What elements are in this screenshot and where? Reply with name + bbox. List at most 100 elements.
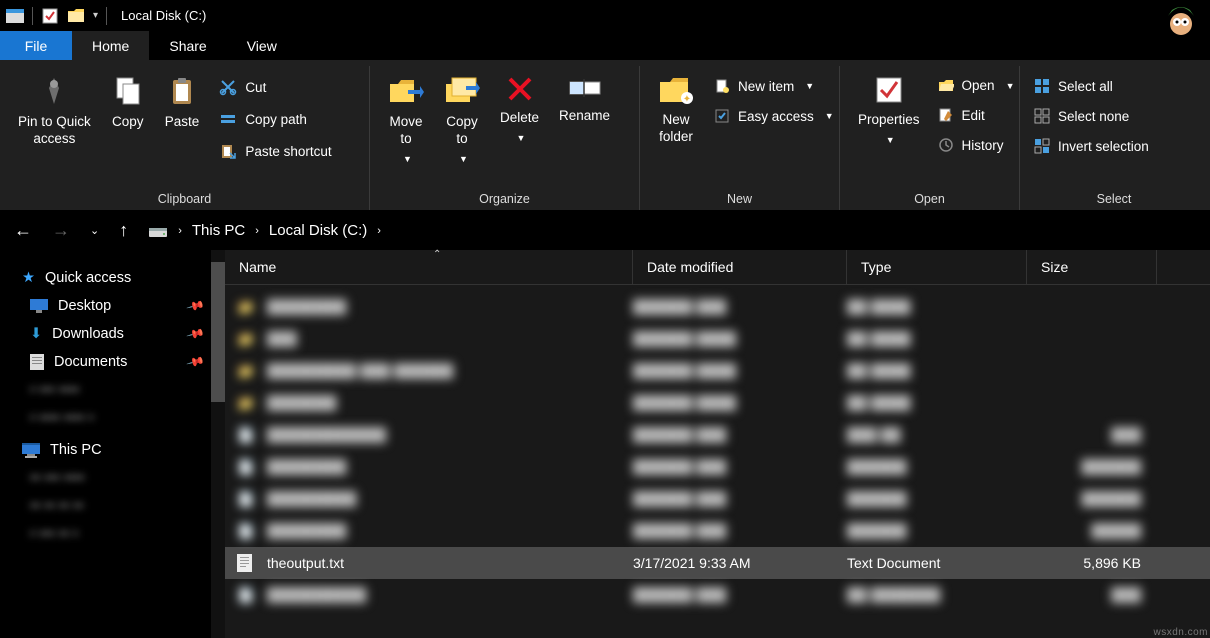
new-item-icon bbox=[714, 78, 730, 94]
sidebar-scroll-thumb[interactable] bbox=[211, 262, 225, 402]
file-size: 5,896 KB bbox=[1027, 555, 1157, 571]
file-row-blurred[interactable]: 📁██████████████ █████ ████ bbox=[225, 291, 1210, 323]
paste-shortcut-button[interactable]: Paste shortcut bbox=[213, 138, 337, 164]
chevron-down-icon: ▼ bbox=[1006, 81, 1015, 91]
invert-selection-button[interactable]: Invert selection bbox=[1028, 134, 1155, 158]
menu-share[interactable]: Share bbox=[149, 31, 226, 60]
copy-button[interactable]: Copy bbox=[101, 70, 155, 135]
edit-label: Edit bbox=[962, 108, 985, 123]
back-button[interactable]: ← bbox=[14, 220, 32, 241]
menu-view[interactable]: View bbox=[227, 31, 297, 60]
ribbon: Pin to Quick access Copy Paste Cut Copy … bbox=[0, 60, 1210, 210]
sidebar-desktop[interactable]: Desktop 📌 bbox=[0, 292, 225, 320]
sidebar-item-blurred[interactable]: ▪ ▪▪▪ ▪▪ ▪ bbox=[0, 520, 225, 548]
rename-button[interactable]: Rename bbox=[549, 70, 620, 129]
sidebar-item-blurred[interactable]: ▪▪ ▪▪ ▪▪ ▪▪ bbox=[0, 492, 225, 520]
recent-locations-button[interactable]: ⌄ bbox=[90, 224, 99, 237]
col-name[interactable]: Name bbox=[225, 250, 633, 284]
file-row-blurred[interactable]: 📁█████████████ ██████ ████ bbox=[225, 387, 1210, 419]
new-item-label: New item bbox=[738, 79, 794, 94]
downloads-icon: ⬇ bbox=[30, 326, 42, 342]
file-date: 3/17/2021 9:33 AM bbox=[633, 555, 847, 571]
sidebar-label: Downloads bbox=[52, 326, 124, 342]
sidebar-quick-access[interactable]: ★ Quick access bbox=[0, 264, 225, 292]
sidebar-this-pc[interactable]: This PC bbox=[0, 436, 225, 464]
crumb-this-pc[interactable]: This PC bbox=[192, 222, 245, 239]
sidebar-item-blurred[interactable]: ▪ ▪▪▪▪ ▪▪▪▪ ▪ bbox=[0, 404, 225, 432]
file-row-blurred[interactable]: 📁█████████ ███ ████████████ ██████ ████ bbox=[225, 355, 1210, 387]
col-type[interactable]: Type bbox=[847, 250, 1027, 284]
properties-button[interactable]: Properties▼ bbox=[848, 70, 930, 149]
up-button[interactable]: ↑ bbox=[119, 220, 128, 241]
open-group-label: Open bbox=[840, 192, 1019, 210]
folder-quick-icon[interactable] bbox=[67, 7, 85, 25]
chevron-right-icon[interactable]: › bbox=[377, 225, 381, 237]
chevron-right-icon[interactable]: › bbox=[255, 225, 259, 237]
paste-button[interactable]: Paste bbox=[155, 70, 210, 135]
edit-button[interactable]: Edit bbox=[932, 103, 1021, 127]
select-none-label: Select none bbox=[1058, 109, 1129, 124]
select-all-button[interactable]: Select all bbox=[1028, 74, 1155, 98]
col-date[interactable]: Date modified bbox=[633, 250, 847, 284]
properties-icon bbox=[873, 74, 905, 106]
forward-button[interactable]: → bbox=[52, 220, 70, 241]
sidebar-downloads[interactable]: ⬇ Downloads 📌 bbox=[0, 320, 225, 348]
open-icon bbox=[938, 79, 954, 93]
chevron-down-icon: ▼ bbox=[805, 81, 814, 91]
crumb-local-disk[interactable]: Local Disk (C:) bbox=[269, 222, 367, 239]
svg-text:✦: ✦ bbox=[683, 94, 691, 105]
file-row-blurred[interactable]: 📄██████████████ ███████████████ bbox=[225, 451, 1210, 483]
copy-to-button[interactable]: Copy to▼ bbox=[434, 70, 490, 168]
chevron-right-icon[interactable]: › bbox=[178, 225, 182, 237]
avatar-icon bbox=[1160, 0, 1202, 41]
clipboard-group-label: Clipboard bbox=[0, 192, 369, 210]
new-folder-button[interactable]: ✦ New folder bbox=[648, 70, 704, 150]
invert-selection-icon bbox=[1034, 138, 1050, 154]
menu-file[interactable]: File bbox=[0, 31, 72, 60]
separator bbox=[106, 7, 107, 25]
organize-group-label: Organize bbox=[370, 192, 639, 210]
new-group-label: New bbox=[640, 192, 839, 210]
easy-access-button[interactable]: Easy access ▼ bbox=[708, 104, 840, 128]
file-row-selected[interactable]: theoutput.txt 3/17/2021 9:33 AM Text Doc… bbox=[225, 547, 1210, 579]
sidebar-item-blurred[interactable]: ▪▪ ▪▪▪ ▪▪▪▪ bbox=[0, 464, 225, 492]
copy-path-button[interactable]: Copy path bbox=[213, 106, 337, 132]
file-row-blurred[interactable]: 📁█████████ ██████ ████ bbox=[225, 323, 1210, 355]
easy-access-label: Easy access bbox=[738, 109, 814, 124]
main-pane: ★ Quick access Desktop 📌 ⬇ Downloads 📌 D… bbox=[0, 250, 1210, 638]
new-item-button[interactable]: New item ▼ bbox=[708, 74, 840, 98]
chevron-down-icon: ▼ bbox=[403, 154, 412, 164]
address-bar: ← → ⌄ ↑ › This PC › Local Disk (C:) › bbox=[0, 210, 1210, 250]
file-row-blurred[interactable]: 📄███████████████ ███████████████ bbox=[225, 483, 1210, 515]
properties-quick-icon[interactable] bbox=[41, 7, 59, 25]
select-group-label: Select bbox=[1020, 192, 1208, 210]
menu-home[interactable]: Home bbox=[72, 31, 149, 60]
file-row-blurred[interactable]: 📄██████████████ ██████████████ bbox=[225, 515, 1210, 547]
this-pc-icon bbox=[22, 443, 40, 458]
pin-to-quick-access-button[interactable]: Pin to Quick access bbox=[8, 70, 101, 152]
file-list: ⌃ Name Date modified Type Size 📁████████… bbox=[225, 250, 1210, 638]
desktop-icon bbox=[30, 299, 48, 313]
delete-button[interactable]: Delete▼ bbox=[490, 70, 549, 147]
qat-dropdown-icon[interactable]: ▾ bbox=[93, 10, 98, 21]
sidebar-documents[interactable]: Documents 📌 bbox=[0, 348, 225, 376]
navigation-pane: ★ Quick access Desktop 📌 ⬇ Downloads 📌 D… bbox=[0, 250, 225, 638]
copy-to-label: Copy to bbox=[446, 114, 478, 148]
file-type: Text Document bbox=[847, 555, 1027, 571]
select-none-button[interactable]: Select none bbox=[1028, 104, 1155, 128]
sidebar-item-blurred[interactable]: ▪ ▪▪▪ ▪▪▪▪ bbox=[0, 376, 225, 404]
open-label: Open bbox=[962, 78, 995, 93]
file-row-blurred[interactable]: 📄██████████████████ ██████ █████ bbox=[225, 419, 1210, 451]
move-to-button[interactable]: Move to ▼ bbox=[378, 70, 434, 168]
breadcrumb[interactable]: › This PC › Local Disk (C:) › bbox=[148, 222, 381, 239]
text-file-icon bbox=[237, 554, 259, 572]
move-to-label: Move to bbox=[389, 114, 422, 148]
cut-button[interactable]: Cut bbox=[213, 74, 337, 100]
sidebar-label: Quick access bbox=[45, 270, 131, 286]
col-size[interactable]: Size bbox=[1027, 250, 1157, 284]
file-row-blurred[interactable]: 📄████████████████ █████ ██████████ bbox=[225, 579, 1210, 611]
sidebar-label: Desktop bbox=[58, 298, 111, 314]
paste-label: Paste bbox=[165, 114, 200, 131]
history-button[interactable]: History bbox=[932, 133, 1021, 157]
open-button[interactable]: Open ▼ bbox=[932, 74, 1021, 97]
